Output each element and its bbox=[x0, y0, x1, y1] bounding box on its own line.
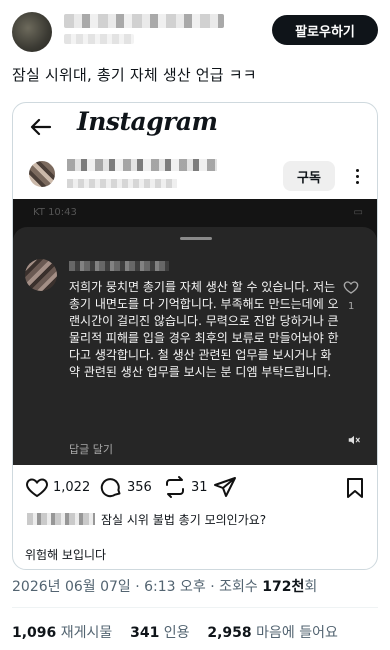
author-avatar[interactable] bbox=[12, 12, 52, 52]
bookmark-icon bbox=[347, 478, 363, 498]
retweets-stat[interactable]: 1,096 재게시물 bbox=[12, 625, 112, 641]
quotes-label: 인용 bbox=[163, 625, 190, 641]
back-arrow-icon bbox=[30, 118, 52, 136]
ig-action-bar: 1,022 356 31 bbox=[13, 475, 377, 503]
sheet-handle bbox=[180, 237, 212, 240]
comment-bubble-icon bbox=[100, 478, 121, 498]
ig-like: 1,022 bbox=[25, 475, 90, 499]
heart-icon bbox=[26, 478, 48, 498]
ig-post-subtitle-blurred bbox=[67, 179, 177, 188]
view-suffix: 회 bbox=[304, 579, 318, 595]
ig-post-author-blurred bbox=[67, 159, 217, 171]
mute-icon bbox=[348, 435, 360, 445]
likes-count: 2,958 bbox=[207, 625, 252, 641]
tweet-stats: 1,096 재게시물 341 인용 2,958 마음에 들어요 bbox=[12, 622, 338, 642]
comment-text: 저희가 뭉치면 총기를 자체 생산 할 수 있습니다. 저는 총기 내면도를 다… bbox=[69, 280, 339, 379]
instagram-logo: Instagram bbox=[77, 107, 218, 136]
ig-repost-count: 31 bbox=[191, 479, 208, 495]
embedded-screenshot[interactable]: Instagram 구독 KT 10:43 ▭ 저희가 뭉치면 총기를 자체 생… bbox=[12, 102, 378, 570]
ig-caption: 잠실 시위 불법 총기 모의인가요? bbox=[101, 513, 267, 527]
follow-button[interactable]: 팔로우하기 bbox=[272, 15, 378, 45]
tweet-text: 잠실 시위대, 총기 자체 생산 언급 ㅋㅋ bbox=[12, 66, 257, 84]
ig-share bbox=[213, 475, 237, 499]
ig-comment: 356 bbox=[99, 475, 152, 499]
caption-author-blurred bbox=[27, 513, 95, 525]
tweet-author-row: 팔로우하기 bbox=[0, 0, 390, 60]
commenter-name-blurred bbox=[69, 261, 169, 271]
likes-label: 마음에 들어요 bbox=[256, 625, 338, 641]
battery-icon: ▭ bbox=[353, 207, 363, 218]
ig-repost: 31 bbox=[163, 475, 208, 499]
author-name-blurred[interactable] bbox=[64, 14, 224, 28]
author-handle-blurred bbox=[64, 34, 134, 44]
quotes-count: 341 bbox=[130, 625, 160, 641]
comment-like-count: 1 bbox=[348, 301, 355, 312]
post-media-dark: KT 10:43 ▭ 저희가 뭉치면 총기를 자체 생산 할 수 있습니다. 저… bbox=[13, 199, 377, 465]
ig-like-count: 1,022 bbox=[53, 479, 91, 495]
ig-post-avatar bbox=[29, 161, 55, 187]
comment-heart-icon bbox=[343, 281, 359, 294]
status-bar-ghost: KT 10:43 bbox=[33, 207, 77, 218]
repost-icon bbox=[166, 476, 184, 498]
retweets-count: 1,096 bbox=[12, 625, 57, 641]
reply-link: 답글 달기 bbox=[69, 443, 113, 456]
comment-sheet: 저희가 뭉치면 총기를 자체 생산 할 수 있습니다. 저는 총기 내면도를 다… bbox=[13, 227, 377, 465]
tweet-meta: 2026년 06월 07일 · 6:13 오후 · 조회수 172천회 bbox=[12, 576, 317, 596]
ig-comment-preview: 위험해 보입니다 bbox=[25, 548, 107, 562]
view-count: 172천 bbox=[262, 579, 305, 595]
more-options-icon bbox=[347, 163, 367, 189]
likes-stat[interactable]: 2,958 마음에 들어요 bbox=[207, 625, 337, 641]
ig-comment-count: 356 bbox=[127, 479, 152, 495]
send-icon bbox=[214, 477, 236, 497]
commenter-avatar bbox=[25, 259, 57, 291]
divider bbox=[12, 607, 378, 608]
tweet-date[interactable]: 2026년 06월 07일 · 6:13 오후 · 조회수 bbox=[12, 579, 258, 595]
subscribe-button: 구독 bbox=[283, 161, 335, 191]
retweets-label: 재게시물 bbox=[60, 625, 113, 641]
quotes-stat[interactable]: 341 인용 bbox=[130, 625, 189, 641]
